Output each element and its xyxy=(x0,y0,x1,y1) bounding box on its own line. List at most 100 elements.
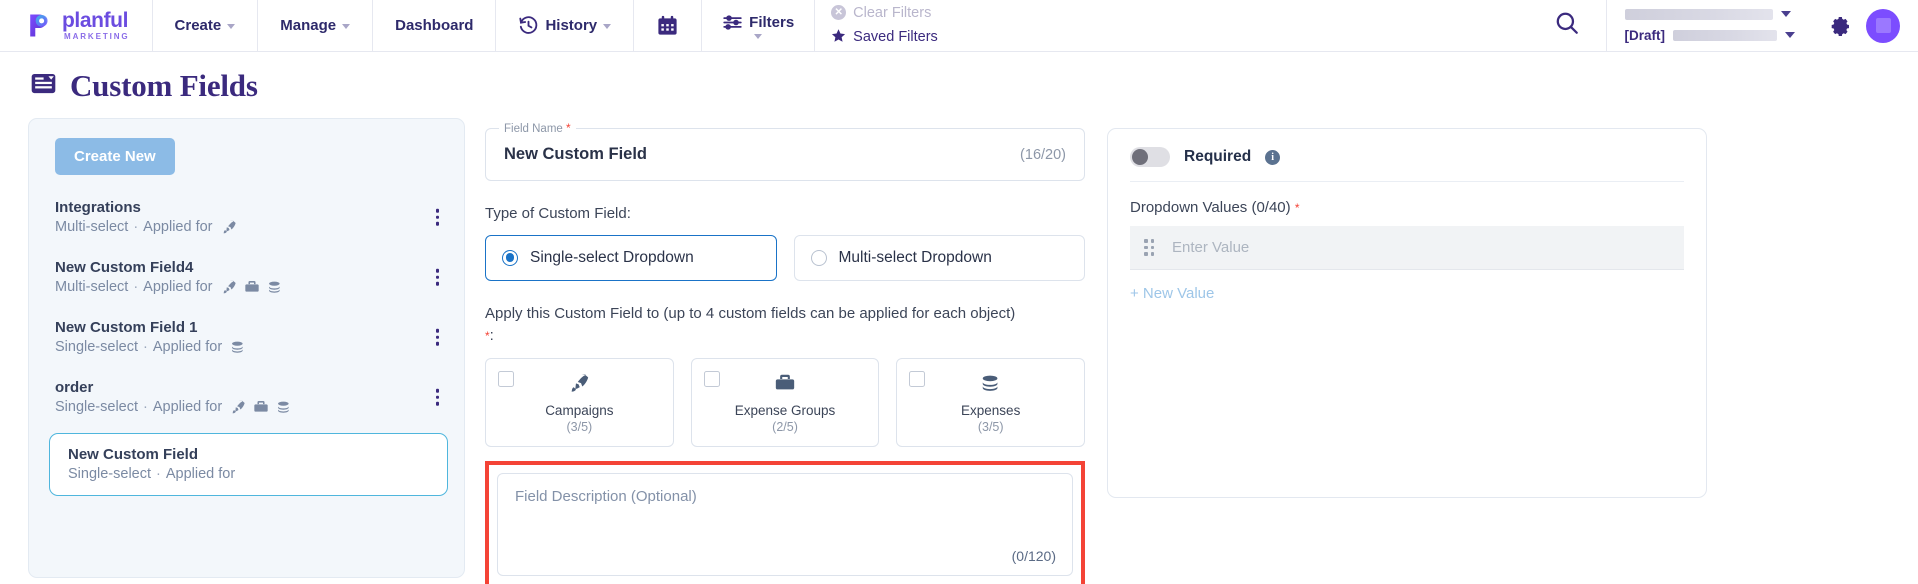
nav-item-manage[interactable]: Manage xyxy=(258,0,374,51)
list-item-type: Multi-select xyxy=(55,219,129,235)
nav-item-dashboard[interactable]: Dashboard xyxy=(373,0,497,51)
checkbox-icon[interactable] xyxy=(498,370,514,387)
required-label: Required xyxy=(1184,148,1252,165)
list-item-object-icons xyxy=(221,279,283,295)
custom-fields-icon xyxy=(30,70,57,102)
planful-logo[interactable]: planful MARKETING xyxy=(0,0,153,51)
custom-field-form: Field Name * New Custom Field (16/20) Ty… xyxy=(485,118,1086,584)
saved-filters-button[interactable]: Saved Filters xyxy=(831,28,938,47)
planful-logo-icon xyxy=(30,14,48,37)
list-item-applied-label: Applied for xyxy=(143,279,213,295)
object-card-expenses[interactable]: Expenses (3/5) xyxy=(896,357,1086,447)
list-item[interactable]: order Single-select · Applied for xyxy=(29,367,464,427)
budget-selector[interactable] xyxy=(1624,8,1796,20)
logo-tagline: MARKETING xyxy=(64,32,130,41)
type-of-custom-field-label: Type of Custom Field: xyxy=(485,205,631,222)
coins-icon xyxy=(232,341,243,353)
list-item[interactable]: New Custom Field 1 Single-select · Appli… xyxy=(29,307,464,367)
dropdown-values-label-text: Dropdown Values (0/40) xyxy=(1130,199,1291,216)
gear-icon xyxy=(1827,11,1852,41)
object-card-expense-groups[interactable]: Expense Groups (2/5) xyxy=(690,357,880,447)
redacted-scenario-name xyxy=(1673,29,1777,41)
info-icon[interactable]: i xyxy=(1265,149,1281,165)
object-name: Expense Groups xyxy=(734,402,836,418)
chevron-down-icon xyxy=(1780,11,1791,17)
filter-links-group: ✕ Clear Filters Saved Filters xyxy=(815,0,956,51)
separator-dot: · xyxy=(143,339,148,355)
object-name: Campaigns xyxy=(545,402,614,418)
object-card-campaigns[interactable]: Campaigns (3/5) xyxy=(485,357,674,447)
radio-multi-select-dropdown[interactable]: Multi-select Dropdown xyxy=(793,234,1085,281)
nav-item-calendar[interactable] xyxy=(634,0,703,51)
type-radio-group: Single-select Dropdown Multi-select Drop… xyxy=(485,234,1085,281)
main-content: Create New Integrations Multi-select · A… xyxy=(0,118,1918,584)
required-row: Required i xyxy=(1130,147,1684,182)
top-navigation-bar: planful MARKETING Create Manage Dashboar… xyxy=(0,0,1918,52)
briefcase-icon xyxy=(704,370,867,396)
chevron-down-icon xyxy=(1785,32,1795,38)
radio-icon xyxy=(502,249,518,266)
apply-to-suffix: : xyxy=(489,327,494,344)
list-item-name: New Custom Field 1 xyxy=(55,319,198,336)
avatar[interactable] xyxy=(1866,8,1900,43)
checkbox-icon[interactable] xyxy=(909,370,926,387)
nav-item-history[interactable]: History xyxy=(496,0,635,51)
custom-fields-list-panel: Create New Integrations Multi-select · A… xyxy=(28,118,465,578)
list-item-applied-label: Applied for xyxy=(143,219,213,235)
required-asterisk: * xyxy=(1294,201,1300,215)
add-new-value-button[interactable]: + New Value xyxy=(1130,285,1214,302)
list-item-type: Single-select xyxy=(55,339,139,355)
coins-icon xyxy=(278,401,289,413)
list-item-menu-button[interactable] xyxy=(433,266,443,289)
logo-wordmark: planful xyxy=(62,9,129,32)
clear-filters-label: Clear Filters xyxy=(853,4,932,21)
coins-icon xyxy=(909,370,1072,396)
nav-item-label: History xyxy=(545,17,598,34)
nav-item-label: Manage xyxy=(280,17,337,34)
nav-item-create[interactable]: Create xyxy=(153,0,259,51)
search-button[interactable] xyxy=(1532,0,1606,51)
list-item-object-icons xyxy=(230,399,292,415)
dropdown-value-row[interactable]: Enter Value xyxy=(1130,226,1684,270)
checkbox-icon[interactable] xyxy=(703,370,720,387)
list-item-menu-button[interactable] xyxy=(433,326,443,349)
chevron-down-icon xyxy=(342,24,351,29)
scenario-selector[interactable]: [Draft] xyxy=(1624,27,1795,43)
list-item-selected[interactable]: New Custom Field Single-select · Applied… xyxy=(49,433,448,496)
rocket-icon xyxy=(498,370,661,396)
settings-button[interactable] xyxy=(1813,0,1866,51)
radio-label: Multi-select Dropdown xyxy=(838,248,992,266)
dropdown-values-panel: Required i Dropdown Values (0/40) * Ente… xyxy=(1107,128,1707,498)
radio-single-select-dropdown[interactable]: Single-select Dropdown xyxy=(485,234,777,281)
clear-filters-button[interactable]: ✕ Clear Filters xyxy=(831,5,938,21)
object-checkbox-group: Campaigns (3/5) Expense Groups (2/5) Exp… xyxy=(485,357,1086,447)
chevron-down-icon xyxy=(227,24,236,29)
list-item-menu-button[interactable] xyxy=(433,206,443,229)
separator-dot: · xyxy=(133,219,139,235)
briefcase-icon xyxy=(244,281,259,292)
apply-to-label: Apply this Custom Field to (up to 4 cust… xyxy=(485,303,1085,348)
object-count: (3/5) xyxy=(566,419,593,434)
user-avatar-button[interactable] xyxy=(1866,0,1918,51)
list-item[interactable]: New Custom Field4 Multi-select · Applied… xyxy=(29,247,464,307)
nav-item-label: Create xyxy=(174,17,222,34)
page-title: Custom Fields xyxy=(70,68,258,103)
nav-item-filters[interactable]: Filters xyxy=(702,0,816,51)
field-name-label: Field Name * xyxy=(499,121,576,135)
field-name-input[interactable]: New Custom Field (16/20) xyxy=(486,129,1084,180)
dropdown-value-placeholder: Enter Value xyxy=(1172,239,1250,256)
field-description-placeholder: Field Description (Optional) xyxy=(515,487,697,505)
separator-dot: · xyxy=(133,279,139,295)
draft-badge: [Draft] xyxy=(1624,27,1666,43)
required-toggle[interactable] xyxy=(1130,147,1170,167)
drag-handle-icon[interactable] xyxy=(1144,239,1154,256)
filters-sliders-icon xyxy=(722,12,743,33)
rocket-icon xyxy=(223,280,236,294)
list-item-object-icons xyxy=(230,339,246,355)
list-item[interactable]: Integrations Multi-select · Applied for xyxy=(29,187,464,247)
field-description-textarea[interactable]: Field Description (Optional) (0/120) xyxy=(497,472,1073,576)
list-item-menu-button[interactable] xyxy=(433,386,443,409)
separator-dot: · xyxy=(156,466,161,482)
create-new-button[interactable]: Create New xyxy=(55,138,175,175)
